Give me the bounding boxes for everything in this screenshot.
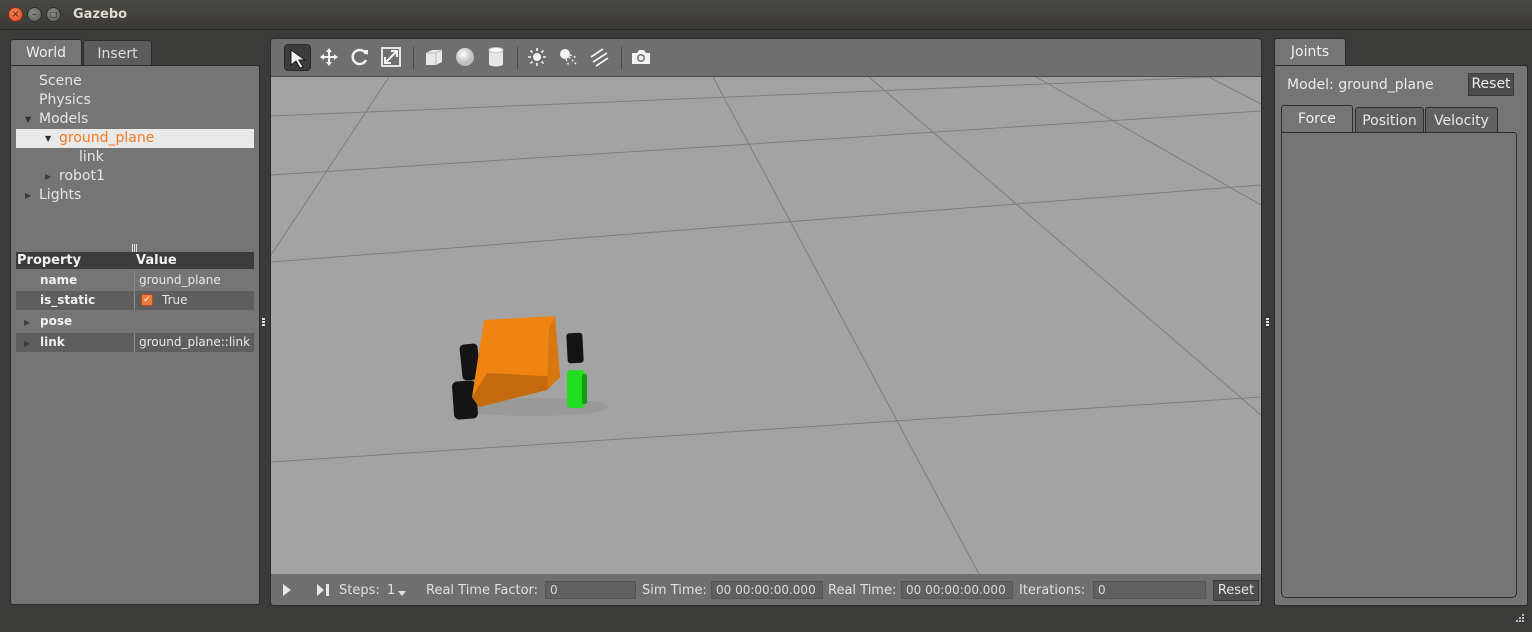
is-static-checkbox[interactable]: ✓ [141, 294, 153, 306]
property-key: is_static [40, 293, 96, 307]
camera-icon [632, 50, 650, 64]
property-key: link [40, 335, 65, 349]
world-panel: Scene Physics ▼ Models ▼ ground_plane li… [10, 65, 260, 605]
scale-mode-button[interactable] [378, 44, 405, 71]
step-icon[interactable] [315, 583, 331, 597]
left-splitter-handle[interactable] [262, 318, 265, 327]
window-title: Gazebo [73, 7, 128, 22]
simulation-status-bar: Steps: 1 Real Time Factor: 0 Sim Time: 0… [271, 574, 1261, 605]
close-window-button[interactable]: × [8, 7, 23, 22]
play-icon[interactable] [281, 583, 293, 597]
expand-right-icon[interactable]: ▶ [24, 318, 30, 327]
tree-item-ground-plane[interactable]: ground_plane [59, 129, 154, 148]
force-tab-content [1281, 132, 1517, 598]
property-value: ground_plane [139, 273, 221, 287]
value-column-header: Value [136, 253, 177, 268]
expand-right-icon[interactable]: ▶ [45, 172, 51, 181]
tree-item-lights[interactable]: Lights [39, 186, 81, 205]
property-table-header: Property Value [16, 252, 254, 269]
property-row[interactable]: is_static ✓ True [16, 291, 254, 310]
tree-item-physics[interactable]: Physics [39, 91, 91, 110]
real-time-label: Real Time: [828, 583, 897, 598]
tab-joints[interactable]: Joints [1274, 38, 1346, 66]
maximize-window-button[interactable]: □ [46, 7, 61, 22]
point-light-icon [528, 48, 546, 66]
property-key: name [40, 273, 78, 287]
chevron-down-icon[interactable] [398, 591, 406, 596]
insert-box-button[interactable] [421, 44, 448, 71]
tree-item-robot1[interactable]: robot1 [59, 167, 105, 186]
tab-force[interactable]: Force [1281, 105, 1353, 133]
resize-grip-icon[interactable] [1511, 611, 1525, 625]
iterations-field: 0 [1093, 581, 1206, 599]
sphere-icon [456, 48, 474, 66]
tree-item-scene[interactable]: Scene [39, 72, 82, 91]
screenshot-button[interactable] [628, 44, 655, 71]
real-time-factor-field: 0 [545, 581, 636, 599]
sim-time-field: 00 00:00:00.000 [711, 581, 823, 599]
joints-reset-button[interactable]: Reset [1468, 73, 1514, 96]
insert-sphere-button[interactable] [452, 44, 479, 71]
title-bar: × – □ Gazebo [0, 0, 1532, 30]
property-row[interactable]: ▶ link ground_plane::link [16, 333, 254, 352]
property-column-header: Property [17, 253, 82, 268]
steps-label: Steps: [339, 583, 380, 598]
minimize-icon: – [32, 9, 37, 20]
real-time-field: 00 00:00:00.000 [901, 581, 1013, 599]
reset-time-button[interactable]: Reset [1213, 580, 1259, 601]
spot-light-icon [560, 49, 578, 67]
tab-insert[interactable]: Insert [83, 40, 152, 66]
directional-light-icon [590, 48, 609, 67]
property-row[interactable]: ▶ pose [16, 312, 254, 331]
expand-down-icon[interactable]: ▼ [45, 134, 51, 143]
ground-grid [271, 74, 1261, 575]
rotate-icon [351, 48, 368, 66]
translate-mode-button[interactable] [316, 44, 343, 71]
real-time-factor-label: Real Time Factor: [426, 583, 539, 598]
tab-position[interactable]: Position [1355, 107, 1424, 133]
select-mode-button[interactable] [284, 44, 311, 71]
insert-cylinder-button[interactable] [483, 44, 510, 71]
right-splitter-handle[interactable] [1266, 318, 1269, 327]
scale-icon [381, 47, 401, 67]
expand-right-icon[interactable]: ▶ [24, 339, 30, 348]
viewport-toolbar [271, 39, 1261, 77]
steps-value[interactable]: 1 [387, 583, 395, 598]
scene-render [271, 74, 1261, 575]
maximize-icon: □ [49, 10, 58, 19]
insert-directional-light-button[interactable] [586, 44, 613, 71]
close-icon: × [11, 9, 20, 20]
cylinder-icon [488, 47, 504, 67]
wheel [566, 332, 584, 364]
tree-item-link[interactable]: link [79, 148, 104, 167]
insert-point-light-button[interactable] [524, 44, 551, 71]
property-row[interactable]: name ground_plane [16, 271, 254, 290]
box-icon [426, 49, 443, 65]
tab-world[interactable]: World [10, 39, 82, 66]
joints-panel: Model: ground_plane Reset Force Position… [1274, 65, 1528, 606]
tab-velocity[interactable]: Velocity [1425, 107, 1498, 133]
translate-icon [320, 48, 338, 66]
rotate-mode-button[interactable] [347, 44, 374, 71]
tree-item-models[interactable]: Models [39, 110, 88, 129]
3d-scene-canvas[interactable] [271, 74, 1261, 575]
insert-spot-light-button[interactable] [555, 44, 582, 71]
expand-right-icon[interactable]: ▶ [25, 191, 31, 200]
property-value: True [162, 293, 188, 307]
property-value: ground_plane::link [139, 335, 251, 349]
sim-time-label: Sim Time: [642, 583, 707, 598]
select-arrow-icon [290, 49, 307, 69]
iterations-label: Iterations: [1019, 583, 1086, 598]
robot1-model[interactable] [452, 316, 608, 420]
expand-down-icon[interactable]: ▼ [25, 115, 31, 124]
minimize-window-button[interactable]: – [27, 7, 42, 22]
render-viewport: Steps: 1 Real Time Factor: 0 Sim Time: 0… [270, 38, 1262, 606]
model-label: Model: ground_plane [1287, 77, 1434, 93]
property-key: pose [40, 314, 73, 328]
